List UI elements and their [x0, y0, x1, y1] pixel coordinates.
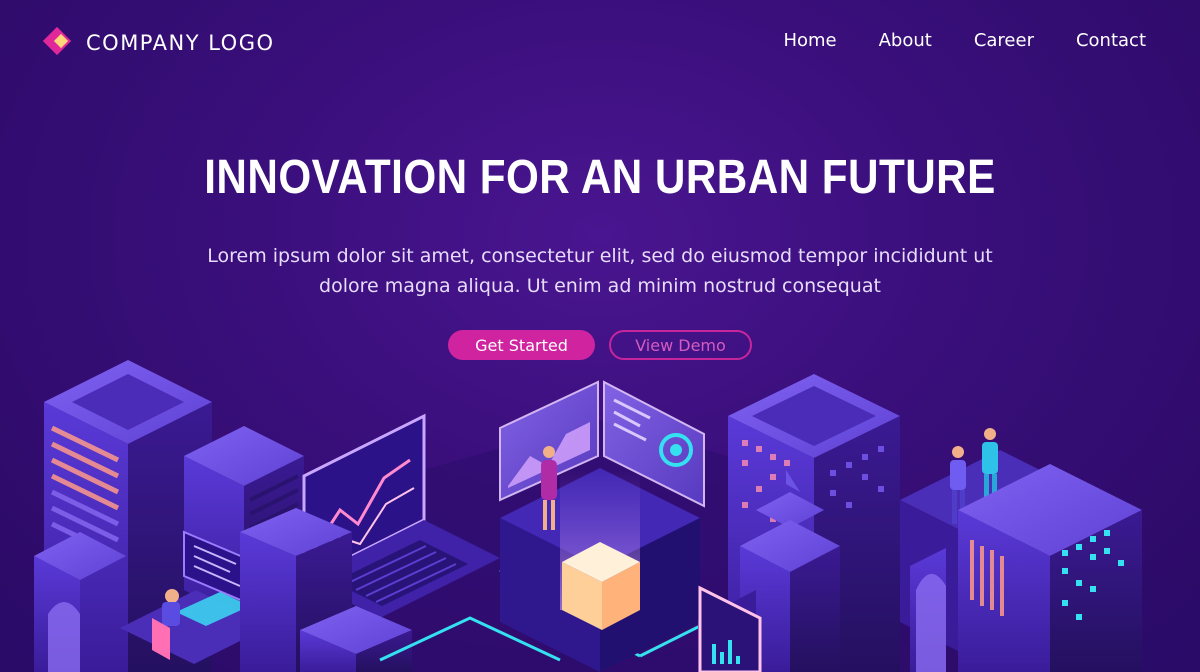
view-demo-button[interactable]: View Demo	[609, 330, 752, 360]
get-started-button[interactable]: Get Started	[448, 330, 595, 360]
hero-subtitle: Lorem ipsum dolor sit amet, consectetur …	[200, 241, 1000, 301]
nav-career[interactable]: Career	[974, 30, 1034, 51]
hero-subtitle-line-1: Lorem ipsum dolor sit amet, consectetur …	[207, 245, 993, 267]
nav-home[interactable]: Home	[783, 30, 836, 51]
company-logo[interactable]: COMPANY LOGO	[42, 26, 275, 58]
logo-diamond-icon	[42, 26, 74, 58]
hero-section: INNOVATION FOR AN URBAN FUTURE Lorem ips…	[0, 150, 1200, 360]
hero-subtitle-line-2: dolore magna aliqua. Ut enim ad minim no…	[319, 275, 881, 297]
isometric-city-illustration	[0, 360, 1200, 672]
main-nav: Home About Career Contact	[783, 30, 1146, 51]
logo-text: COMPANY LOGO	[86, 31, 275, 55]
hero-title: INNOVATION FOR AN URBAN FUTURE	[204, 151, 996, 204]
hero-buttons: Get Started View Demo	[0, 330, 1200, 360]
nav-about[interactable]: About	[879, 30, 932, 51]
nav-contact[interactable]: Contact	[1076, 30, 1146, 51]
